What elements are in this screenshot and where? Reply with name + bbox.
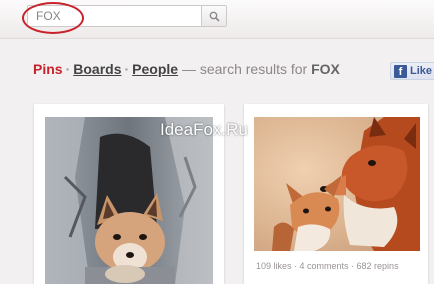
tab-pins[interactable]: Pins <box>33 61 63 77</box>
pin-stats: 109 likes · 4 comments · 682 repins <box>256 261 399 271</box>
two-foxes-nuzzling-photo[interactable] <box>254 117 420 251</box>
top-bar <box>0 0 434 39</box>
tab-people[interactable]: People <box>132 61 178 77</box>
search-box <box>27 5 227 27</box>
tab-boards[interactable]: Boards <box>73 61 121 77</box>
search-input[interactable] <box>32 8 210 24</box>
separator: · <box>124 61 130 77</box>
facebook-icon: f <box>394 64 407 78</box>
search-button[interactable] <box>201 6 226 26</box>
fox-kit-in-tree-trunk-photo[interactable] <box>45 117 213 284</box>
search-icon <box>209 11 220 22</box>
pin-card[interactable]: 109 likes · 4 comments · 682 repins <box>244 104 428 284</box>
separator: · <box>65 61 71 77</box>
results-prefix-text: — search results for <box>181 61 308 77</box>
search-results-header: Pins · Boards · People — search results for … <box>33 61 340 77</box>
pin-card[interactable] <box>34 104 224 284</box>
search-query-text: FOX <box>311 61 340 77</box>
facebook-like-label: Like <box>410 65 433 77</box>
facebook-like-button[interactable]: f Like <box>390 62 434 80</box>
